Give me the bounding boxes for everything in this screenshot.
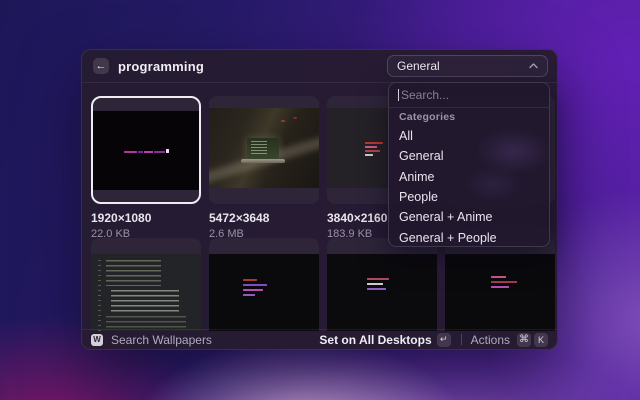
wallpaper-resolution: 1920×1080 [91, 211, 201, 225]
back-arrow-icon: ← [96, 61, 107, 72]
return-key-icon: ↵ [437, 333, 451, 347]
wallpaper-thumbnail[interactable] [327, 238, 437, 331]
category-search-row [389, 83, 549, 107]
category-option-people[interactable]: People [389, 187, 549, 207]
wallpaper-resolution: 5472×3648 [209, 211, 319, 225]
wallpaper-item[interactable] [209, 238, 319, 331]
category-dropdown-panel: Categories All General Anime People Gene… [388, 82, 550, 247]
text-cursor [398, 89, 399, 101]
category-option-anime[interactable]: Anime [389, 167, 549, 187]
wallpaper-thumbnail[interactable] [209, 238, 319, 331]
wallpaper-thumbnail[interactable] [91, 238, 201, 331]
category-filter-dropdown-button[interactable]: General [387, 55, 548, 77]
category-filter-value: General [397, 59, 440, 73]
category-search-input[interactable] [389, 88, 549, 102]
wallpaper-item[interactable] [445, 238, 555, 331]
page-title: programming [118, 59, 204, 74]
wallpaper-thumbnail[interactable] [445, 238, 555, 331]
footer-divider [461, 334, 462, 345]
dark-code-wallpaper-image [209, 254, 319, 331]
command-key-icon: ⌘ [517, 333, 531, 347]
chevron-up-icon [529, 63, 538, 69]
wallpaper-item[interactable] [91, 238, 201, 331]
category-options-list: All General Anime People General + Anime… [389, 126, 549, 247]
category-option-all[interactable]: All [389, 126, 549, 146]
laptop-night-photo-image [209, 108, 319, 188]
category-option-general-anime[interactable]: General + Anime [389, 207, 549, 227]
wallpapers-app-icon: W [91, 334, 103, 346]
terminal-wallpaper-image [93, 111, 199, 190]
window-footer: W Search Wallpapers Set on All Desktops … [82, 329, 557, 349]
back-button[interactable]: ← [93, 58, 109, 74]
wallpaper-thumbnail[interactable] [209, 96, 319, 204]
categories-section-label: Categories [389, 108, 549, 126]
code-editor-wallpaper-image [91, 254, 201, 331]
wallpaper-item[interactable] [327, 238, 437, 331]
search-wallpapers-window: ← programming General [81, 49, 558, 350]
k-key-icon: K [534, 333, 548, 347]
wallpaper-item[interactable]: 5472×3648 2.6 MB [209, 96, 319, 240]
dark-code-wallpaper-image [327, 254, 437, 331]
wallpaper-item[interactable]: 1920×1080 22.0 KB [91, 96, 201, 240]
category-option-general-people[interactable]: General + People [389, 227, 549, 247]
actions-menu-button[interactable]: Actions [471, 333, 510, 347]
window-header: ← programming General [82, 50, 557, 83]
wallpaper-thumbnail-selected[interactable] [91, 96, 201, 204]
app-name-label: Search Wallpapers [111, 333, 212, 347]
primary-action-button[interactable]: Set on All Desktops [319, 333, 431, 347]
dark-code-wallpaper-image [445, 254, 555, 331]
category-option-general[interactable]: General [389, 146, 549, 166]
